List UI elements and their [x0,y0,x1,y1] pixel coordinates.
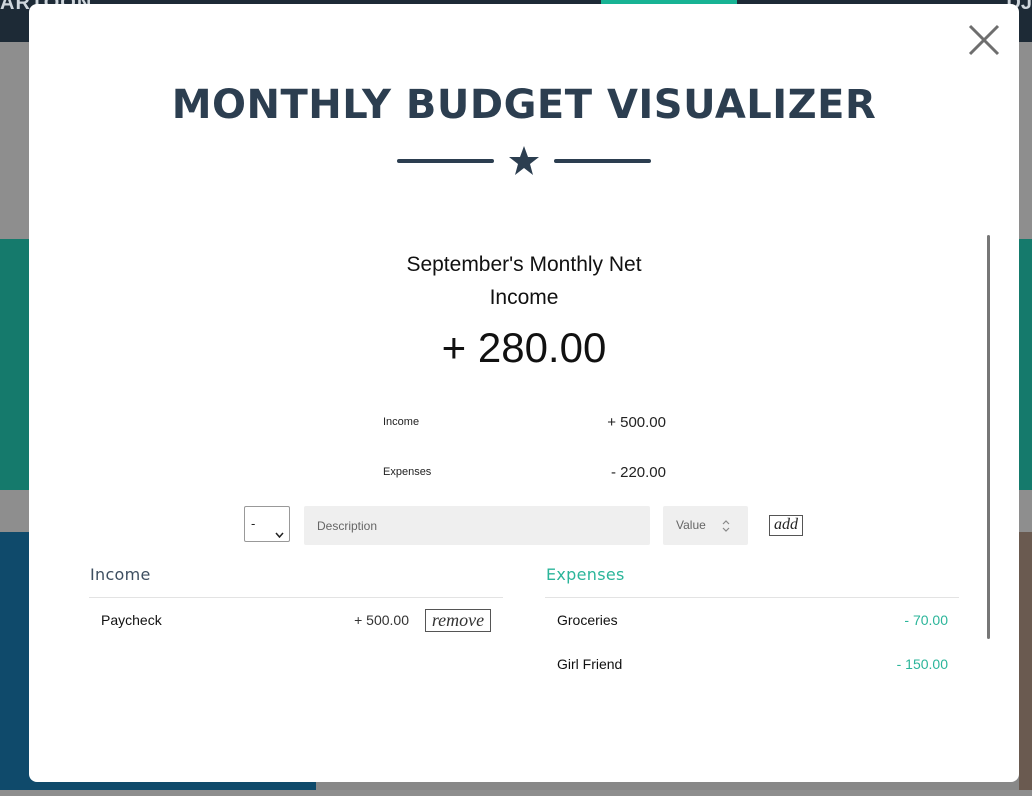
close-button[interactable] [967,23,1001,57]
income-item-description: Paycheck [101,612,162,628]
close-icon [968,24,1000,56]
modal-scrollbar[interactable] [987,235,990,639]
background-image-strip [1019,532,1032,790]
description-input[interactable] [304,506,650,545]
add-button[interactable]: add [769,515,803,536]
value-input[interactable]: Value [663,506,748,545]
expenses-list-title: Expenses [546,565,625,584]
expense-item-value: - 150.00 [896,656,948,672]
divider-line-right [554,159,651,163]
expenses-total-value: - 220.00 [610,464,666,481]
income-total-value: + 500.00 [607,414,666,431]
income-list-title: Income [90,565,151,584]
net-income-heading: September's Monthly Net Income [349,248,699,314]
net-income-heading-line2: Income [489,286,559,309]
budget-modal: MONTHLY BUDGET VISUALIZER September's Mo… [29,4,1019,782]
expenses-total-label: Expenses [383,466,432,478]
expense-item-description[interactable]: Groceries [557,612,618,628]
type-select[interactable]: - [244,506,290,542]
chevron-down-icon [275,519,284,553]
net-income-heading-line1: September's Monthly Net [406,253,642,276]
spinner-arrows-icon[interactable] [722,519,730,533]
income-total-label: Income [383,416,420,428]
income-item-value: + 500.00 [354,612,409,628]
modal-title: MONTHLY BUDGET VISUALIZER [171,82,877,128]
divider-line-left [397,159,494,163]
title-divider [396,145,652,185]
type-select-value: - [251,516,256,531]
value-input-placeholder: Value [676,518,706,532]
expense-item-description[interactable]: Girl Friend [557,656,622,672]
expense-item-value: - 70.00 [904,612,948,628]
remove-button[interactable]: remove [425,609,491,632]
net-income-value: + 280.00 [441,324,607,371]
star-icon [509,146,539,175]
expenses-list-divider [545,597,959,598]
background-footer [0,790,1032,796]
income-list-divider [89,597,503,598]
